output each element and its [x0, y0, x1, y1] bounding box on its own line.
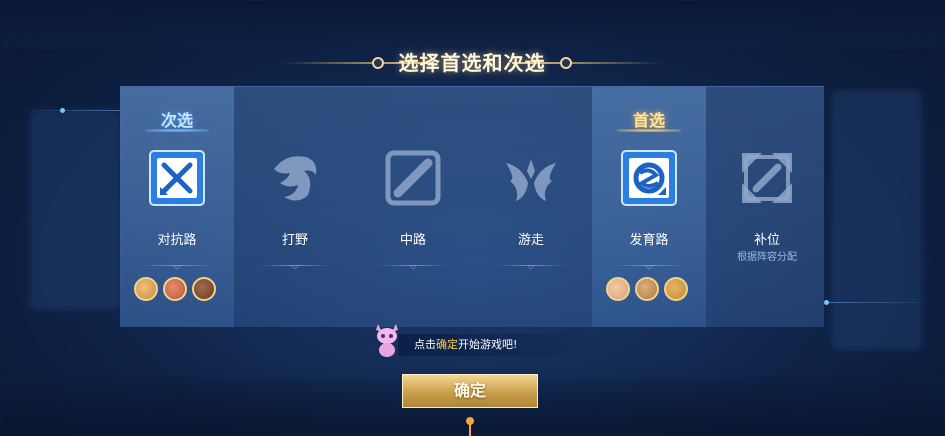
title-text: 选择首选和次选 [398, 51, 546, 75]
start-hint: 点击确定开始游戏吧! [372, 322, 608, 358]
fill-icon [742, 153, 792, 203]
hero-avatar[interactable] [606, 277, 630, 301]
page-title: 选择首选和次选 [282, 44, 662, 82]
hero-avatar[interactable] [635, 277, 659, 301]
lane-name: 中路 [399, 233, 426, 248]
roam-wings-icon [506, 159, 556, 201]
hint-prefix: 点击 [414, 338, 436, 351]
hint-suffix: 开始游戏吧! [458, 338, 518, 351]
farm-lane-icon [621, 150, 677, 206]
pet-mascot-icon [376, 324, 398, 357]
decor-line [20, 110, 120, 111]
hero-avatar[interactable] [192, 277, 216, 301]
blurred-lobby-panel [30, 110, 120, 310]
lane-farm[interactable]: 首选 发育路 [592, 87, 706, 327]
lane-jungle[interactable]: 打野 [238, 87, 352, 327]
lane-divider [614, 265, 684, 266]
hero-avatar[interactable] [134, 277, 158, 301]
hero-avatar[interactable] [664, 277, 688, 301]
lane-divider [378, 265, 448, 266]
lane-mid[interactable]: 中路 [356, 87, 470, 327]
decor-dot [824, 300, 829, 305]
lane-selection-panel: 次选 对抗路 打野 中路 游走 首选 发育路 补位 根据阵容分配 [120, 86, 824, 327]
lane-fill[interactable]: 补位 根据阵容分配 [710, 87, 824, 327]
badge-glow [617, 129, 681, 132]
jungle-dragon-icon [274, 156, 317, 201]
hint-highlight: 确定 [436, 338, 458, 351]
lane-name: 补位 [753, 233, 780, 248]
confirm-button[interactable]: 确定 [402, 374, 538, 408]
lane-roam[interactable]: 游走 [474, 87, 588, 327]
lane-divider [260, 265, 330, 266]
hero-avatar[interactable] [163, 277, 187, 301]
hero-avatar-row [132, 277, 222, 303]
badge-glow [145, 129, 209, 132]
blurred-lobby-header [0, 0, 945, 48]
lane-name: 发育路 [629, 233, 669, 248]
lane-subtitle: 根据阵容分配 [737, 252, 797, 263]
decor-line [824, 302, 934, 303]
lane-clash[interactable]: 次选 对抗路 [120, 87, 234, 327]
lane-name: 对抗路 [157, 233, 197, 248]
mid-lane-icon [385, 150, 441, 206]
lane-divider [142, 265, 212, 266]
decor-dot [60, 108, 65, 113]
hint-text: 点击确定开始游戏吧! [414, 336, 517, 352]
secondary-badge: 次选 [160, 111, 193, 130]
pointer-line [469, 424, 471, 436]
clash-lane-icon [149, 150, 205, 206]
hero-avatar-row [604, 277, 694, 303]
primary-badge: 首选 [632, 111, 665, 130]
lane-divider [496, 265, 566, 266]
lane-name: 游走 [517, 233, 544, 248]
blurred-lobby-panel [832, 90, 922, 350]
lane-name: 打野 [281, 233, 308, 248]
